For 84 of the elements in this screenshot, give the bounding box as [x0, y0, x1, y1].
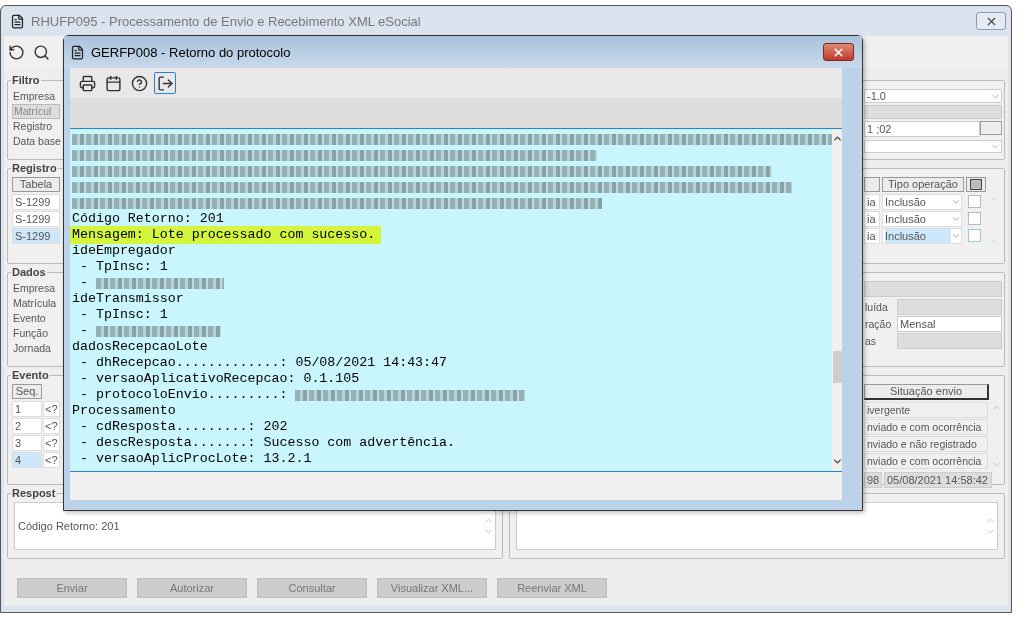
checkbox[interactable] — [968, 212, 981, 225]
table-cell: ia — [864, 194, 880, 210]
field-label: Função — [12, 326, 50, 341]
table-cell: 2 — [12, 418, 42, 434]
close-button[interactable] — [976, 12, 1006, 30]
group-title: Dados — [11, 266, 47, 278]
scroll-down-icon[interactable] — [832, 456, 842, 467]
group-title: Filtro — [11, 74, 41, 86]
group-title: Respost — [11, 487, 57, 499]
column-header — [966, 177, 986, 192]
output-line: - TpInsc: 1 — [78, 307, 168, 323]
response-text: Código Retorno: 201 — [18, 520, 121, 532]
table-cell: ivergente — [864, 402, 988, 418]
output-line: - versaoAplicProcLote: 13.2.1 — [78, 451, 312, 467]
readonly-field: 05/08/2021 14:58:42 — [884, 472, 992, 488]
field-label: Registro — [12, 119, 54, 134]
field-label: as — [864, 333, 878, 349]
scrollbar[interactable] — [832, 129, 842, 471]
output-line: ideEmpregador — [72, 243, 176, 259]
table-cell: 1 — [12, 401, 42, 417]
window-title: RHUFP095 - Processamento de Envio e Recebimento XML eSocial — [31, 13, 422, 29]
output-line: dadosRecepcaoLote — [72, 339, 208, 355]
field-label: Empresa — [12, 89, 56, 104]
group-title: Registro — [11, 162, 58, 174]
table-cell: 3 — [12, 435, 42, 451]
output-line: - — [78, 323, 89, 339]
output-line: - TpInsc: 1 — [78, 259, 168, 275]
table-cell: 4 — [12, 452, 42, 468]
output-line: - — [78, 275, 89, 291]
table-cell: S-1299 — [12, 211, 60, 227]
field-label: Jornada — [12, 341, 52, 356]
close-button[interactable] — [823, 43, 854, 61]
column-header: Tipo operação — [882, 177, 964, 192]
output-line: - cdResposta.........: 202 — [78, 419, 288, 435]
table-cell: nviado e com ocorrência — [864, 419, 988, 435]
table-cell: <? — [43, 452, 60, 468]
scroll-up-icon[interactable] — [832, 133, 842, 144]
field-label: luída — [864, 299, 889, 315]
document-icon — [10, 13, 25, 29]
output-line: - protocoloEnvio.........: — [78, 387, 289, 403]
column-header: Matrícul — [12, 104, 60, 119]
table-cell: <? — [43, 401, 60, 417]
dropdown[interactable]: Inclusão — [882, 194, 962, 210]
output-line: - descResposta.......: Sucesso com advertência. — [78, 435, 455, 451]
dropdown[interactable]: Inclusão — [882, 228, 962, 244]
column-header: Situação envio — [864, 384, 989, 400]
field-label: Data base — [12, 134, 60, 149]
group-title: Evento — [11, 369, 50, 381]
field-label: ração — [864, 316, 893, 332]
dropdown[interactable]: Inclusão — [882, 211, 962, 227]
close-icon — [832, 45, 845, 59]
table-cell: S-1299 — [12, 228, 60, 244]
table-cell: nviado e não registrado — [864, 436, 988, 452]
output-line: - versaoAplicativoRecepcao: 0.1.105 — [78, 371, 360, 387]
table-cell: <? — [43, 435, 60, 451]
search-icon[interactable] — [33, 43, 50, 61]
column-header — [864, 177, 880, 192]
exit-icon[interactable] — [154, 72, 176, 94]
dropdown[interactable]: -1.0 — [864, 89, 1002, 103]
scroll-thumb[interactable] — [833, 351, 842, 383]
checkbox[interactable] — [968, 195, 981, 208]
output-line: ideTransmissor — [72, 291, 184, 307]
table-cell: nviado e com ocorrência — [864, 453, 988, 469]
output-line: Código Retorno: 201 — [72, 211, 224, 227]
input-field[interactable]: 1 ;02 — [864, 120, 980, 137]
picker-button[interactable] — [980, 120, 1002, 135]
readonly-field: 98 — [864, 472, 882, 488]
field-label: Matrícula — [12, 296, 58, 311]
undo-icon[interactable] — [8, 43, 25, 61]
checkbox[interactable] — [968, 229, 981, 242]
table-cell: ia — [864, 228, 880, 244]
table-cell: S-1299 — [12, 194, 60, 210]
document-icon — [70, 44, 85, 60]
table-cell: <? — [43, 418, 60, 434]
column-header: Tabela — [12, 177, 60, 192]
output-line: - dhRecepcao.............: 05/08/2021 14:43:47 — [78, 355, 448, 371]
output-line: Processamento — [72, 403, 176, 419]
field-label: Evento — [12, 311, 47, 326]
readonly-field: Mensal — [897, 316, 1002, 332]
field-label: Empresa — [12, 281, 56, 296]
dialog-title: GERFP008 - Retorno do protocolo — [91, 44, 292, 60]
column-header: Seq. — [12, 384, 42, 399]
dropdown[interactable] — [864, 139, 1002, 153]
table-cell: ia — [864, 211, 880, 227]
